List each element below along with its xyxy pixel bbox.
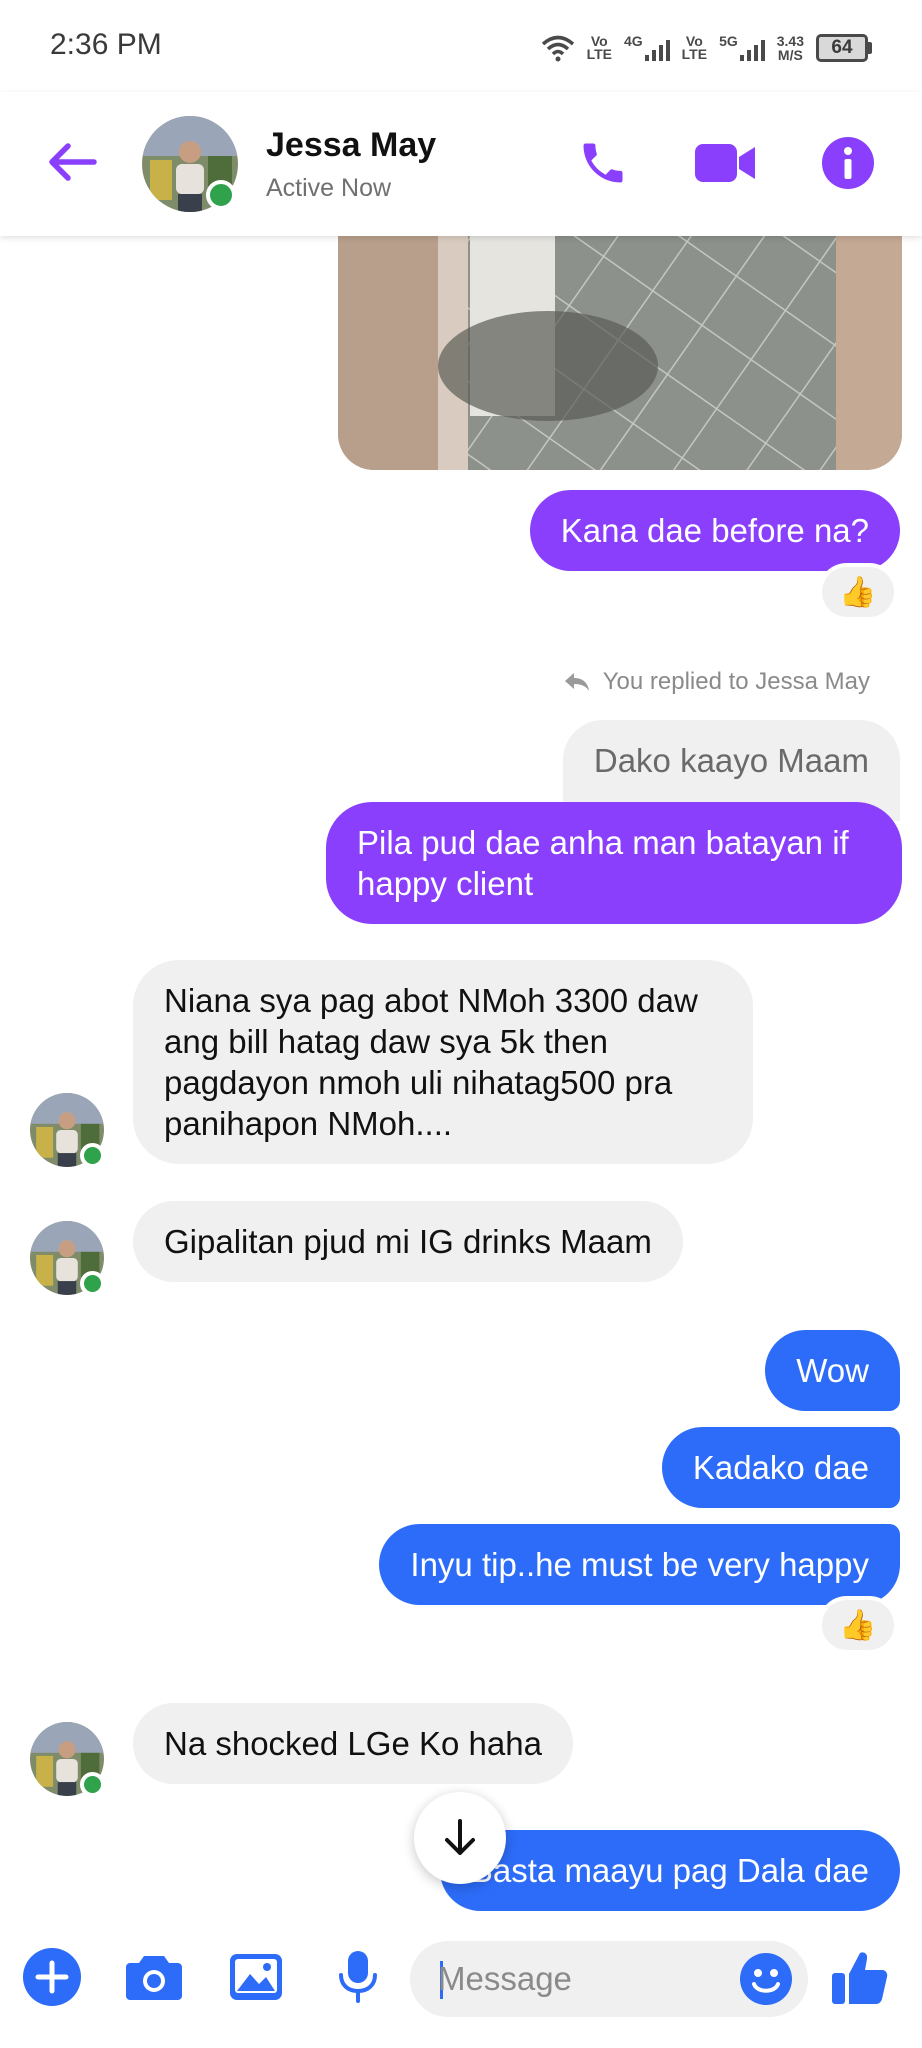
like-button[interactable] (826, 1943, 894, 2011)
message-bubble-outgoing[interactable]: Wow (765, 1330, 900, 1411)
more-actions-button[interactable] (18, 1943, 86, 2011)
reply-arrow-icon (564, 673, 589, 691)
image-icon (230, 1954, 282, 2000)
reply-label: You replied to Jessa May (563, 668, 870, 696)
camera-button[interactable] (120, 1943, 188, 2011)
video-camera-icon (695, 144, 755, 182)
scroll-to-bottom-button[interactable] (414, 1792, 506, 1884)
sim2-signal: 5G (719, 34, 765, 61)
gallery-button[interactable] (222, 1943, 290, 2011)
battery-level: 64 (816, 34, 868, 62)
message-bubble-outgoing[interactable]: Kana dae before na? (529, 490, 900, 571)
smiley-icon (740, 1953, 792, 2005)
wifi-icon (541, 35, 574, 62)
thumbs-up-icon (832, 1952, 888, 2004)
message-bubble-incoming[interactable]: Gipalitan pjud mi IG drinks Maam (133, 1201, 683, 1282)
conversation-header: Jessa May Active Now (0, 92, 922, 236)
message-composer (0, 1911, 922, 2048)
voice-call-button[interactable] (568, 128, 638, 198)
online-indicator (80, 1271, 105, 1296)
signal-bars-icon (739, 35, 765, 61)
video-call-button[interactable] (690, 128, 760, 198)
plus-icon (23, 1948, 81, 2006)
message-thread[interactable]: Kana dae before na? 👍 You replied to Jes… (0, 236, 922, 1911)
info-icon (822, 137, 874, 189)
emoji-button[interactable] (732, 1945, 800, 2013)
message-bubble-outgoing[interactable]: Basta maayu pag Dala dae (439, 1830, 900, 1911)
phone-icon (583, 143, 623, 183)
message-bubble-incoming[interactable]: Niana sya pag abot NMoh 3300 daw ang bil… (133, 960, 753, 1164)
message-reaction[interactable]: 👍 (818, 1596, 898, 1654)
online-indicator (80, 1772, 105, 1797)
online-indicator (80, 1143, 105, 1168)
message-bubble-outgoing[interactable]: Kadako dae (661, 1427, 900, 1508)
message-bubble-outgoing[interactable]: Pila pud dae anha man batayan if happy c… (326, 802, 902, 924)
message-box (410, 1941, 808, 2017)
arrow-left-icon (49, 143, 97, 181)
message-input[interactable] (438, 1941, 728, 2017)
message-reaction[interactable]: 👍 (818, 563, 898, 621)
back-button[interactable] (42, 132, 102, 192)
status-bar: 2:36 PM Vo LTE 4G Vo LTE 5G 3.43 M/S 64 (0, 0, 922, 92)
shared-photo[interactable] (338, 236, 902, 470)
message-bubble-outgoing[interactable]: Inyu tip..he must be very happy (379, 1524, 900, 1605)
sim1-signal: 4G (624, 34, 670, 61)
voice-message-button[interactable] (324, 1943, 392, 2011)
arrow-down-icon (445, 1819, 475, 1855)
network-speed: 3.43 M/S (776, 33, 804, 63)
status-icons: Vo LTE 4G Vo LTE 5G 3.43 M/S 64 (541, 28, 872, 68)
contact-name[interactable]: Jessa May (266, 126, 436, 165)
active-status: Active Now (266, 174, 392, 202)
battery-icon: 64 (816, 34, 872, 62)
microphone-icon (339, 1951, 377, 2003)
camera-icon (126, 1956, 182, 2000)
status-time: 2:36 PM (50, 28, 162, 61)
message-bubble-incoming[interactable]: Na shocked LGe Ko haha (133, 1703, 573, 1784)
info-button[interactable] (813, 128, 883, 198)
signal-bars-icon (644, 35, 670, 61)
online-indicator (206, 180, 236, 210)
sim2-volte-label: Vo LTE (681, 33, 708, 62)
sim1-volte-label: Vo LTE (586, 33, 612, 62)
